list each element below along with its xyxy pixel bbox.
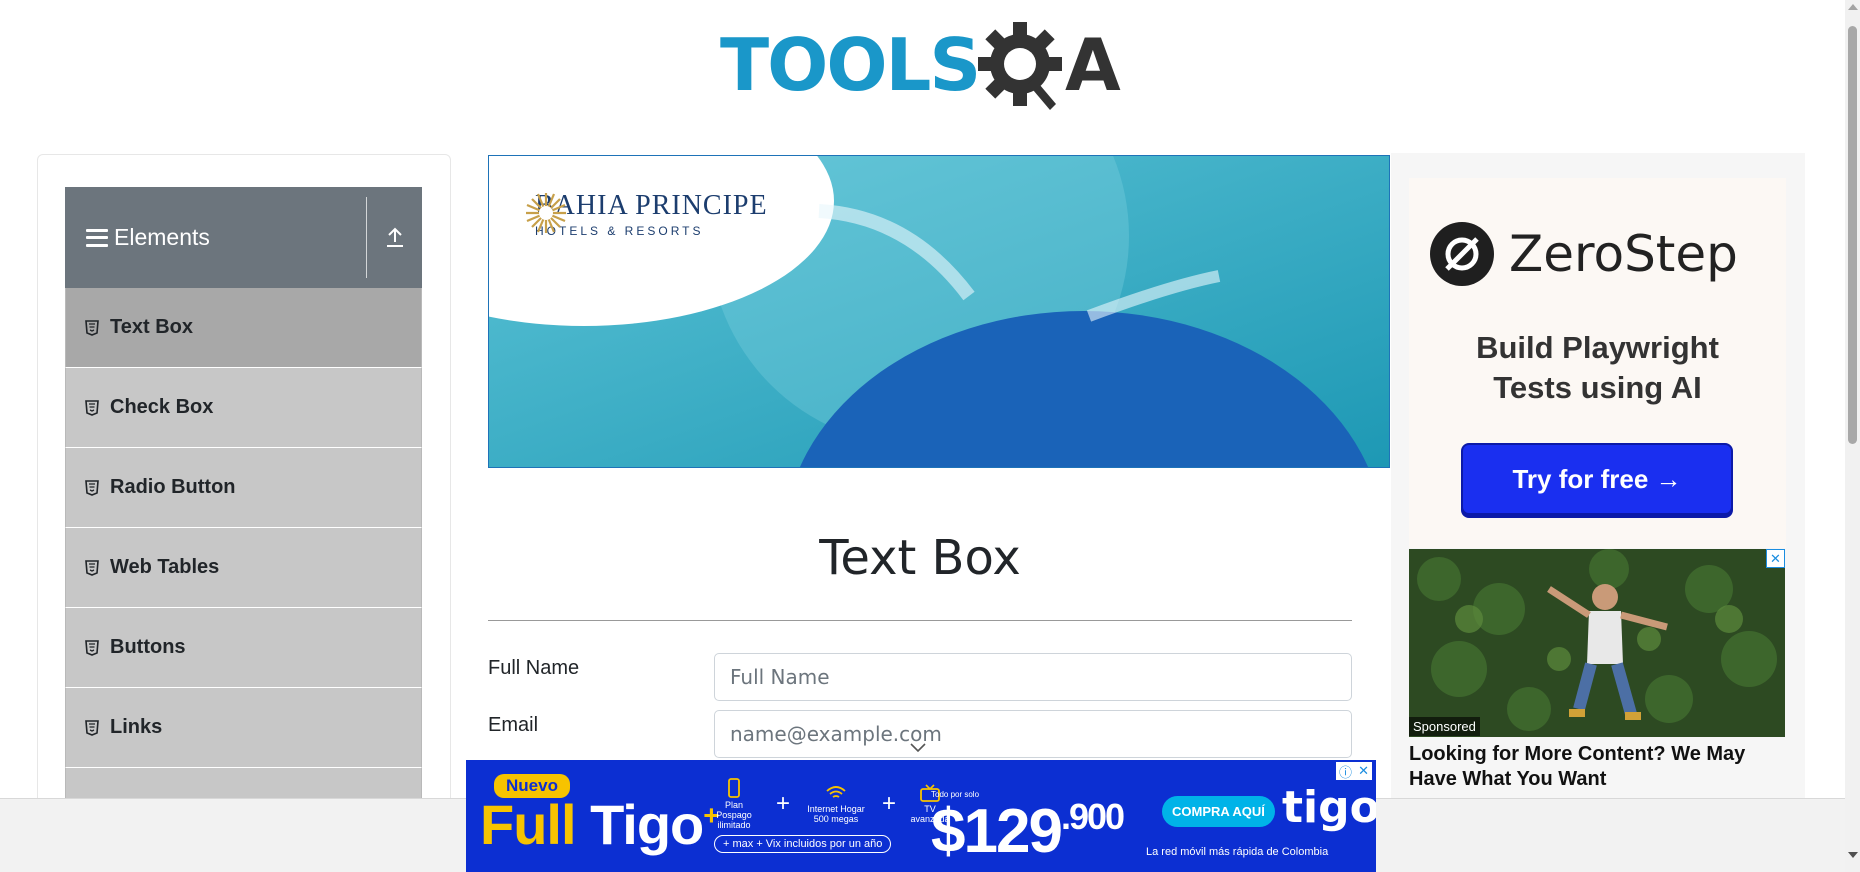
sidebar-item-text-box[interactable]: Text Box xyxy=(65,288,422,368)
sidebar-item-label: Text Box xyxy=(110,316,193,338)
zerostep-logo-text: ZeroStep xyxy=(1509,225,1738,283)
phone-icon xyxy=(728,778,740,798)
elements-group-header[interactable]: Elements xyxy=(65,187,422,288)
html5-icon xyxy=(85,479,99,496)
ad-choices[interactable]: ⓘ ✕ xyxy=(1336,762,1372,780)
try-for-free-button[interactable]: Try for free → xyxy=(1461,443,1733,515)
toolsqa-logo[interactable]: TOOLS A xyxy=(720,18,1124,114)
tigo-word: Tigo xyxy=(590,793,704,856)
gear-magnifier-icon xyxy=(978,22,1062,110)
upload-arrow-icon xyxy=(386,227,403,247)
sidebar-item-label: Radio Button xyxy=(110,476,236,498)
sponsored-badge: Sponsored xyxy=(1409,717,1480,736)
streaming-bundle: + max + Vix incluidos por un año xyxy=(714,835,892,853)
full-tigo-headline: Full Tigo+ xyxy=(480,792,720,857)
html5-icon xyxy=(85,639,99,656)
zerostep-logo: ZeroStep xyxy=(1429,221,1738,287)
bahia-principe-logo: BAHIA PRINCIPE HOTELS & RESORTS xyxy=(523,190,768,238)
sidebar-item-label: Buttons xyxy=(110,636,186,658)
banner-brand-sub: HOTELS & RESORTS xyxy=(535,224,704,238)
page-title: Text Box xyxy=(819,530,1021,586)
banner-brand-name: BAHIA PRINCIPE xyxy=(535,190,768,221)
sidebar-item-radio-button[interactable]: Radio Button xyxy=(65,448,422,528)
chevron-down-icon xyxy=(910,743,926,753)
sponsored-image[interactable] xyxy=(1409,549,1785,737)
phone-plan-label: Plan Pospago ilimitado xyxy=(716,800,752,830)
close-ad-button[interactable]: ✕ xyxy=(1766,549,1785,568)
tigo-logo: tigo xyxy=(1282,782,1376,833)
toolsqa-logo-graphic: TOOLS A xyxy=(720,22,1121,110)
sponsored-photo xyxy=(1409,549,1785,737)
price: $129.900 xyxy=(931,796,1125,867)
plus-sign: + xyxy=(776,790,791,817)
phone-plan-item: Plan Pospago ilimitado xyxy=(706,778,762,830)
banner-ad[interactable]: BAHIA PRINCIPE HOTELS & RESORTS xyxy=(488,155,1390,468)
logo-text-a: A xyxy=(1065,23,1121,107)
scroll-up-arrow-icon[interactable] xyxy=(1848,4,1858,10)
zerostep-ad[interactable]: ZeroStep Build Playwright Tests using AI… xyxy=(1409,178,1786,548)
scroll-thumb[interactable] xyxy=(1848,26,1857,444)
close-icon: ✕ xyxy=(1770,550,1781,566)
html5-icon xyxy=(85,719,99,736)
sunburst-logo-icon xyxy=(526,193,566,233)
page-scrollbar[interactable] xyxy=(1845,0,1860,872)
left-sidebar: Elements Text Box Check Box Radio Button… xyxy=(37,154,451,872)
internet-label: Internet Hogar 500 megas xyxy=(807,804,865,824)
internet-item: Internet Hogar 500 megas xyxy=(804,784,868,824)
tigo-bottom-ad[interactable]: Nuevo Full Tigo+ Plan Pospago ilimitado … xyxy=(466,760,1376,872)
page: TOOLS A Elements Text Box Check Box Radi… xyxy=(0,0,1860,872)
group-title: Elements xyxy=(114,224,210,250)
bundle-items: Plan Pospago ilimitado + Internet Hogar … xyxy=(706,778,950,830)
elements-menu-list: Text Box Check Box Radio Button Web Tabl… xyxy=(65,288,422,848)
plus-sign: + xyxy=(882,790,897,817)
hamburger-icon xyxy=(86,228,108,247)
sidebar-item-buttons[interactable]: Buttons xyxy=(65,608,422,688)
wifi-icon xyxy=(826,786,846,798)
zerostep-logo-icon xyxy=(1430,222,1494,286)
sidebar-item-links[interactable]: Links xyxy=(65,688,422,768)
logo-text-tools: TOOLS xyxy=(720,23,979,107)
tigo-tagline: La red móvil más rápida de Colombia xyxy=(1146,846,1329,858)
sidebar-item-label: Links xyxy=(110,716,163,738)
collapse-button[interactable] xyxy=(367,187,422,288)
scroll-down-arrow-icon[interactable] xyxy=(1848,852,1858,858)
sidebar-item-check-box[interactable]: Check Box xyxy=(65,368,422,448)
email-input[interactable] xyxy=(714,710,1352,758)
sponsored-headline-link[interactable]: Looking for More Content? We May Have Wh… xyxy=(1409,742,1785,792)
full-name-input[interactable] xyxy=(714,653,1352,701)
sidebar-item-web-tables[interactable]: Web Tables xyxy=(65,528,422,608)
html5-icon xyxy=(85,399,99,416)
html5-icon xyxy=(85,559,99,576)
html5-icon xyxy=(85,319,99,336)
full-name-label: Full Name xyxy=(488,657,580,679)
price-cents: .900 xyxy=(1060,796,1125,837)
close-icon: ✕ xyxy=(1358,763,1369,778)
email-label: Email xyxy=(488,714,539,736)
zerostep-headline: Build Playwright Tests using AI xyxy=(1476,330,1719,405)
sidebar-item-label: Check Box xyxy=(110,396,214,418)
price-main: $129 xyxy=(931,797,1063,866)
sidebar-item-label: Web Tables xyxy=(110,556,220,578)
title-divider xyxy=(488,620,1352,621)
full-word: Full xyxy=(480,793,577,856)
compra-aqui-button[interactable]: COMPRA AQUÍ xyxy=(1162,796,1275,827)
info-icon: ⓘ xyxy=(1339,764,1353,780)
